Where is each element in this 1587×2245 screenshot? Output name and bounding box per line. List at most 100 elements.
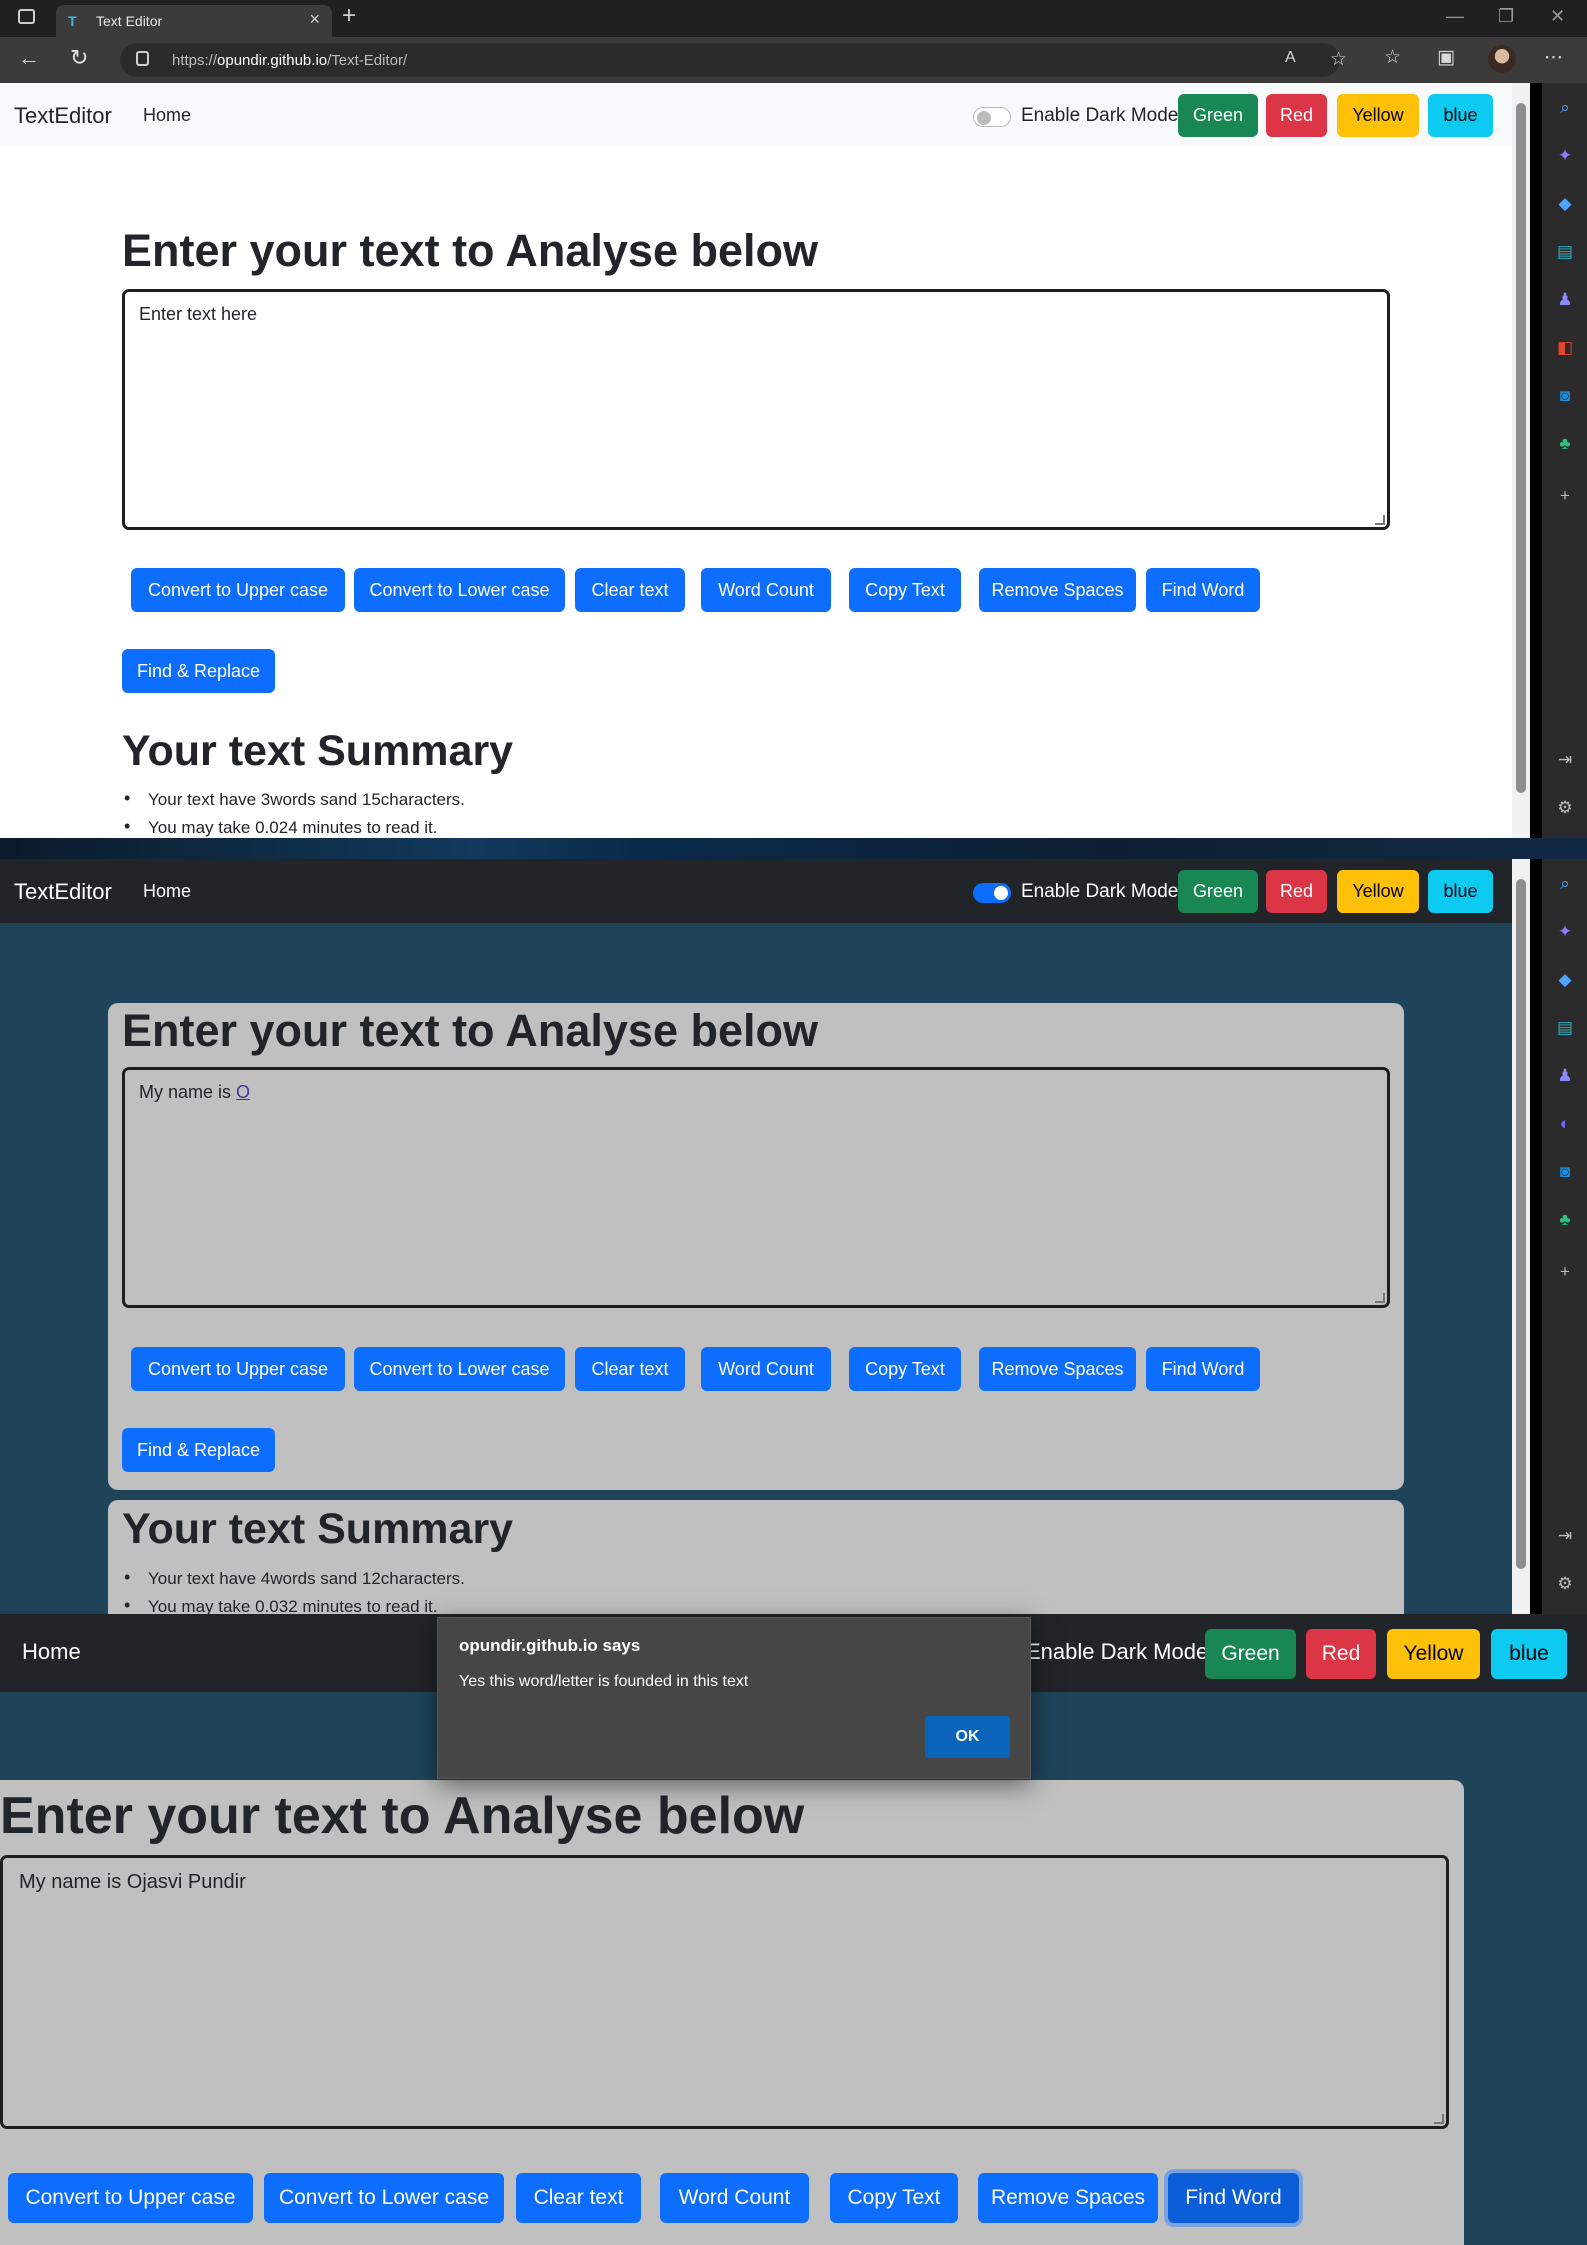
blue-button[interactable]: blue (1428, 94, 1493, 137)
text-input[interactable]: My name is Ojasvi Pundir (0, 1855, 1449, 2129)
brand[interactable]: TextEditor (14, 103, 112, 129)
toolbox-icon[interactable]: ▤ (1554, 1017, 1576, 1039)
clear-text-button[interactable]: Clear text (575, 1347, 685, 1391)
green-button[interactable]: Green (1178, 94, 1258, 137)
profile-avatar[interactable] (1488, 45, 1516, 73)
copilot-icon[interactable]: ✦ (1554, 145, 1576, 167)
green-button[interactable]: Green (1205, 1629, 1296, 1679)
find-replace-button[interactable]: Find & Replace (122, 649, 275, 693)
desktop-strip (0, 838, 1587, 859)
more-icon[interactable]: ⋯ (1544, 46, 1563, 69)
dark-mode-toggle[interactable] (973, 107, 1011, 127)
tag-icon[interactable]: ◆ (1554, 193, 1576, 215)
find-replace-button[interactable]: Find & Replace (122, 1428, 275, 1472)
collections-icon[interactable]: ▣ (1437, 46, 1455, 69)
remove-spaces-button[interactable]: Remove Spaces (979, 1347, 1136, 1391)
scrollbar[interactable] (1512, 859, 1530, 1614)
upper-case-button[interactable]: Convert to Upper case (131, 1347, 345, 1391)
refresh-icon[interactable]: ↻ (70, 45, 88, 71)
textarea-placeholder: Enter text here (139, 304, 258, 324)
office-icon[interactable]: ◧ (1554, 337, 1576, 359)
back-icon[interactable]: ← (18, 45, 40, 71)
tree-icon[interactable]: ♣ (1554, 433, 1576, 455)
search-icon[interactable]: ⌕ (1554, 873, 1576, 895)
find-word-button[interactable]: Find Word (1146, 568, 1260, 612)
find-word-button[interactable]: Find Word (1146, 1347, 1260, 1391)
blue-button[interactable]: blue (1491, 1629, 1567, 1679)
yellow-button[interactable]: Yellow (1337, 870, 1419, 913)
summary-read-time: You may take 0.024 minutes to read it. (124, 816, 437, 838)
tag-icon[interactable]: ◆ (1554, 969, 1576, 991)
lower-case-button[interactable]: Convert to Lower case (354, 1347, 565, 1391)
red-button[interactable]: Red (1266, 870, 1327, 913)
minimize-icon[interactable]: — (1446, 6, 1464, 27)
toolbox-icon[interactable]: ▤ (1554, 241, 1576, 263)
upper-case-button[interactable]: Convert to Upper case (131, 568, 345, 612)
settings-icon[interactable]: ⚙ (1554, 797, 1576, 819)
edge-sidebar: ⌕ ✦ ◆ ▤ ♟ ◧ ◙ ♣ + ⇥ ⚙ (1542, 83, 1587, 838)
green-button[interactable]: Green (1178, 870, 1258, 913)
tree-icon[interactable]: ♣ (1554, 1209, 1576, 1231)
restore-icon[interactable]: ❐ (1498, 6, 1514, 27)
copy-text-button[interactable]: Copy Text (830, 2173, 958, 2223)
home-link[interactable]: Home (22, 1639, 81, 1665)
yellow-button[interactable]: Yellow (1337, 94, 1419, 137)
people-icon[interactable]: ♟ (1554, 1065, 1576, 1087)
dark-mode-toggle[interactable] (973, 883, 1011, 903)
tab-title: Text Editor (96, 13, 163, 29)
text-input[interactable]: My name is O (122, 1067, 1390, 1308)
copilot-icon[interactable]: ✦ (1554, 921, 1576, 943)
favorites-icon[interactable]: ☆ (1384, 46, 1401, 69)
tab-actions-icon[interactable] (18, 9, 35, 24)
clear-text-button[interactable]: Clear text (516, 2173, 641, 2223)
resize-grip[interactable] (1375, 1293, 1385, 1303)
plus-icon[interactable]: + (1554, 1261, 1576, 1283)
yellow-button[interactable]: Yellow (1387, 1629, 1480, 1679)
sidebar-toggle-icon[interactable]: ⇥ (1554, 1525, 1576, 1547)
red-button[interactable]: Red (1306, 1629, 1376, 1679)
outlook-icon[interactable]: ◙ (1554, 1161, 1576, 1183)
word-count-button[interactable]: Word Count (701, 1347, 831, 1391)
ok-button[interactable]: OK (925, 1716, 1010, 1758)
red-button[interactable]: Red (1266, 94, 1327, 137)
navbar: TextEditor Home Enable Dark Mode Green R… (0, 83, 1512, 147)
page-title: Enter your text to Analyse below (122, 225, 818, 276)
lower-case-button[interactable]: Convert to Lower case (264, 2173, 504, 2223)
search-icon[interactable]: ⌕ (1554, 97, 1576, 119)
text-input[interactable]: Enter text here (122, 289, 1390, 530)
copy-text-button[interactable]: Copy Text (849, 1347, 961, 1391)
browser-tab[interactable]: T Text Editor × (56, 5, 332, 37)
upper-case-button[interactable]: Convert to Upper case (8, 2173, 253, 2223)
find-word-button[interactable]: Find Word (1168, 2173, 1299, 2223)
resize-grip[interactable] (1375, 515, 1385, 525)
close-tab-icon[interactable]: × (309, 9, 320, 30)
scroll-thumb[interactable] (1516, 103, 1526, 793)
scrollbar[interactable] (1512, 83, 1530, 838)
new-tab-icon[interactable]: + (342, 2, 356, 30)
plus-icon[interactable]: + (1554, 485, 1576, 507)
outlook-icon[interactable]: ◙ (1554, 385, 1576, 407)
home-link[interactable]: Home (143, 881, 191, 902)
designer-icon[interactable]: ◐ (1554, 1113, 1576, 1135)
scroll-thumb[interactable] (1516, 879, 1526, 1569)
resize-grip[interactable] (1434, 2114, 1444, 2124)
sidebar-toggle-icon[interactable]: ⇥ (1554, 749, 1576, 771)
word-count-button[interactable]: Word Count (701, 568, 831, 612)
blue-button[interactable]: blue (1428, 870, 1493, 913)
remove-spaces-button[interactable]: Remove Spaces (979, 568, 1136, 612)
brand[interactable]: TextEditor (14, 879, 112, 905)
close-window-icon[interactable]: ✕ (1550, 6, 1565, 27)
settings-icon[interactable]: ⚙ (1554, 1573, 1576, 1595)
remove-spaces-button[interactable]: Remove Spaces (978, 2173, 1158, 2223)
textarea-value: My name is (139, 1082, 237, 1102)
word-count-button[interactable]: Word Count (660, 2173, 809, 2223)
favorite-add-icon[interactable]: ☆ (1330, 48, 1347, 71)
home-link[interactable]: Home (143, 105, 191, 126)
copy-text-button[interactable]: Copy Text (849, 568, 961, 612)
summary-title: Your text Summary (122, 1505, 514, 1553)
people-icon[interactable]: ♟ (1554, 289, 1576, 311)
read-aloud-icon[interactable]: A (1285, 49, 1296, 67)
clear-text-button[interactable]: Clear text (575, 568, 685, 612)
url-field[interactable]: https://opundir.github.io/Text-Editor/ A… (120, 43, 1347, 77)
lower-case-button[interactable]: Convert to Lower case (354, 568, 565, 612)
